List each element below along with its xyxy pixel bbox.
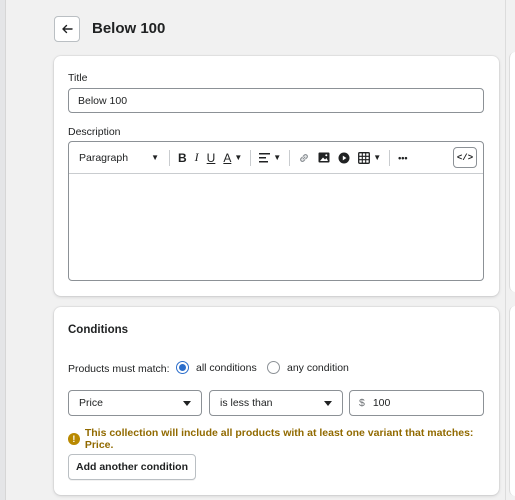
bold-button[interactable]: B xyxy=(178,148,187,168)
underline-button[interactable]: U xyxy=(207,148,216,168)
table-button[interactable]: ▼ xyxy=(358,148,381,168)
toolbar-divider xyxy=(289,149,291,166)
paragraph-select[interactable]: Paragraph ▼ xyxy=(79,148,159,168)
paragraph-select-label: Paragraph xyxy=(79,151,129,164)
right-card-edge-bottom xyxy=(509,306,515,496)
radio-all-label: all conditions xyxy=(196,361,257,374)
condition-field-select[interactable]: Price xyxy=(68,390,202,416)
italic-button[interactable]: I xyxy=(195,148,199,168)
chevron-down-icon: ▼ xyxy=(234,153,243,162)
warning-text: This collection will include all product… xyxy=(84,427,474,451)
warning-icon: ! xyxy=(68,433,80,445)
toolbar-divider xyxy=(389,149,391,166)
chevron-down-icon xyxy=(183,400,191,406)
add-condition-button[interactable]: Add another condition xyxy=(68,454,196,480)
arrow-left-icon xyxy=(62,24,73,34)
text-color-button[interactable]: A ▼ xyxy=(223,148,242,168)
chevron-down-icon: ▼ xyxy=(373,153,382,162)
video-button[interactable] xyxy=(338,148,350,168)
link-button[interactable] xyxy=(298,148,310,168)
back-button[interactable] xyxy=(54,16,80,42)
description-label: Description xyxy=(68,126,121,138)
condition-value-input[interactable]: $ 100 xyxy=(349,390,484,416)
field-select-value: Price xyxy=(79,397,103,409)
code-view-button[interactable]: </> xyxy=(453,147,477,168)
chevron-down-icon xyxy=(324,400,332,406)
operator-select-value: is less than xyxy=(220,397,273,409)
radio-any-label: any condition xyxy=(287,361,349,374)
align-left-icon xyxy=(259,152,271,162)
image-button[interactable] xyxy=(318,148,330,168)
title-input[interactable]: Below 100 xyxy=(68,88,484,113)
title-input-value: Below 100 xyxy=(78,94,128,107)
radio-unchecked-icon xyxy=(267,361,280,374)
more-options-button[interactable]: ••• xyxy=(398,148,407,168)
details-card: Title Below 100 Description Paragraph ▼ … xyxy=(54,56,499,296)
radio-checked-icon xyxy=(176,361,189,374)
image-icon xyxy=(318,152,330,163)
condition-operator-select[interactable]: is less than xyxy=(209,390,343,416)
conditions-heading: Conditions xyxy=(68,324,129,336)
table-icon xyxy=(358,151,371,164)
page-title: Below 100 xyxy=(92,20,166,37)
text-color-icon: A xyxy=(223,150,232,165)
left-sidebar-edge xyxy=(0,0,6,500)
chevron-down-icon: ▼ xyxy=(273,153,282,162)
radio-all-conditions[interactable]: all conditions xyxy=(176,361,257,374)
align-button[interactable]: ▼ xyxy=(259,148,281,168)
editor-content-area[interactable] xyxy=(69,174,483,280)
chevron-down-icon: ▼ xyxy=(151,153,159,162)
rich-text-editor: Paragraph ▼ B I U A ▼ ▼ ▼ ••• </> xyxy=(68,141,484,281)
title-label: Title xyxy=(68,72,88,84)
radio-any-condition[interactable]: any condition xyxy=(267,361,349,374)
currency-prefix: $ xyxy=(359,397,365,409)
toolbar-divider xyxy=(250,149,252,166)
condition-value: 100 xyxy=(372,397,391,409)
toolbar-divider xyxy=(169,149,170,166)
play-icon xyxy=(338,152,350,163)
editor-toolbar: Paragraph ▼ B I U A ▼ ▼ ▼ ••• </> xyxy=(69,142,483,174)
conditions-card: Conditions Products must match: all cond… xyxy=(54,307,499,495)
condition-warning: ! This collection will include all produ… xyxy=(68,427,499,451)
link-icon xyxy=(300,153,309,162)
match-label: Products must match: xyxy=(68,363,170,375)
right-card-edge-top xyxy=(509,52,515,292)
